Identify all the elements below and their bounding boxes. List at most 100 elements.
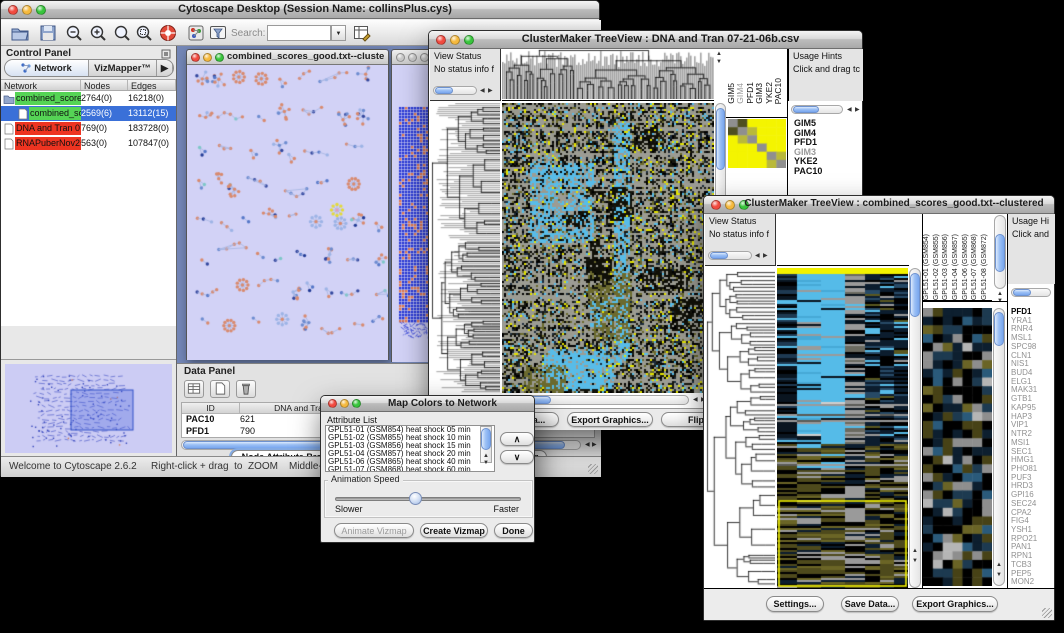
search-input[interactable]: [267, 25, 331, 41]
gene-label[interactable]: PUF3: [1011, 474, 1037, 483]
gene-label[interactable]: MSI1: [1011, 439, 1037, 448]
minimize-icon[interactable]: [450, 35, 460, 45]
tv2-usage-scrollbar[interactable]: [1011, 288, 1051, 297]
gene-label[interactable]: RPO21: [1011, 535, 1037, 544]
scroll-right-icon[interactable]: ▶: [488, 88, 493, 94]
tv2-collabel-scrollbar[interactable]: [994, 215, 1006, 289]
col-nodes[interactable]: Nodes: [81, 80, 128, 90]
network-table-header[interactable]: Network Nodes Edges: [1, 79, 176, 91]
animate-vizmap-button[interactable]: Animate Vizmap: [334, 523, 414, 538]
export-graphics-button[interactable]: Export Graphics...: [912, 596, 998, 612]
tab-vizmapper[interactable]: VizMapper™: [89, 60, 157, 76]
scroll-up-icon[interactable]: ▲: [483, 453, 489, 459]
column-label[interactable]: GIM3: [754, 83, 763, 104]
tab-overflow-arrow[interactable]: ▶: [157, 60, 173, 76]
minimize-icon[interactable]: [203, 53, 212, 62]
column-label[interactable]: GPL51-06 (GSM865): [962, 234, 972, 300]
row-label[interactable]: PAC10: [794, 167, 822, 177]
tab-network[interactable]: Network: [5, 60, 89, 76]
gene-label[interactable]: PAN1: [1011, 543, 1037, 552]
scroll-up-icon[interactable]: ▲: [716, 51, 722, 57]
tv2-zoom-heatmap[interactable]: [923, 308, 992, 586]
tv2-heatmap[interactable]: [777, 268, 908, 588]
scroll-right-icon[interactable]: ▶: [763, 253, 768, 259]
scroll-left-icon[interactable]: ◀: [693, 397, 698, 403]
help-lifesaver-icon[interactable]: [159, 24, 177, 42]
scroll-down-icon[interactable]: ▼: [912, 558, 918, 564]
view-status-scrollbar[interactable]: [708, 251, 752, 260]
zoom-out-icon[interactable]: [65, 24, 83, 42]
gene-label[interactable]: CLN1: [1011, 352, 1037, 361]
gene-label[interactable]: NIS1: [1011, 360, 1037, 369]
scroll-left-icon[interactable]: ◀: [480, 88, 485, 94]
tv1-titlebar[interactable]: ClusterMaker TreeView : DNA and Tran 07-…: [429, 31, 862, 49]
column-label[interactable]: GPL51-07 (GSM868): [971, 234, 981, 300]
close-icon[interactable]: [711, 200, 721, 210]
gene-label[interactable]: ELG1: [1011, 378, 1037, 387]
column-label[interactable]: PAC10: [773, 78, 782, 104]
col-edges[interactable]: Edges: [128, 80, 176, 90]
gene-label[interactable]: FIG4: [1011, 517, 1037, 526]
minimize-icon[interactable]: [340, 399, 349, 408]
tv1-row-dendrogram[interactable]: [430, 103, 500, 393]
close-icon[interactable]: [191, 53, 200, 62]
search-dropdown-button[interactable]: ▼: [331, 25, 346, 41]
gene-label[interactable]: SEC24: [1011, 500, 1037, 509]
gene-label[interactable]: MAK31: [1011, 386, 1037, 395]
gene-label[interactable]: YSH1: [1011, 526, 1037, 535]
column-label[interactable]: PFD1: [745, 82, 754, 104]
network-graph-canvas[interactable]: [187, 65, 388, 360]
scroll-down-icon[interactable]: ▼: [716, 59, 722, 65]
tv2-zoom-scrollbar[interactable]: [993, 308, 1005, 586]
gene-label[interactable]: MSL1: [1011, 334, 1037, 343]
table-icon-button[interactable]: [184, 380, 204, 398]
scroll-right-icon[interactable]: ▶: [592, 442, 597, 448]
tv2-titlebar[interactable]: ClusterMaker TreeView : combined_scores_…: [704, 196, 1054, 214]
settings-button[interactable]: Settings...: [766, 596, 824, 612]
save-data-button[interactable]: Save Data...: [841, 596, 899, 612]
speed-slider-track[interactable]: [335, 497, 521, 501]
window-controls[interactable]: [328, 399, 361, 408]
gene-label[interactable]: BUD4: [1011, 369, 1037, 378]
gene-label[interactable]: HAP3: [1011, 413, 1037, 422]
create-vizmap-button[interactable]: Create Vizmap: [420, 523, 488, 538]
column-label[interactable]: GPL51-04 (GSM857): [952, 234, 962, 300]
gene-label[interactable]: HMG1: [1011, 456, 1037, 465]
dialog-titlebar[interactable]: Map Colors to Network: [321, 396, 534, 412]
move-up-button[interactable]: ∧: [500, 432, 534, 446]
tv1-column-dendrogram[interactable]: [502, 49, 714, 99]
view-status-scrollbar[interactable]: [433, 86, 477, 95]
zoom-in-icon[interactable]: [89, 24, 107, 42]
gene-label[interactable]: VIP1: [1011, 421, 1037, 430]
scroll-left-icon[interactable]: ◀: [585, 442, 590, 448]
save-icon[interactable]: [39, 24, 57, 42]
speed-slider-thumb[interactable]: [409, 492, 422, 505]
open-folder-icon[interactable]: [11, 24, 29, 42]
col-id[interactable]: ID: [182, 403, 240, 413]
close-icon[interactable]: [8, 5, 18, 15]
column-label[interactable]: GPL51-01 (GSM854): [923, 234, 933, 300]
scroll-down-icon[interactable]: ▼: [996, 572, 1002, 578]
attribute-item[interactable]: GPL51-07 (GSM868) heat shock 60 min: [326, 466, 494, 472]
attribute-browser-icon[interactable]: [353, 24, 371, 42]
gene-label[interactable]: YRA1: [1011, 317, 1037, 326]
gene-label[interactable]: PFD1: [1011, 308, 1037, 317]
gene-label[interactable]: SPC98: [1011, 343, 1037, 352]
minimize-icon[interactable]: [22, 5, 32, 15]
zoom-fit-icon[interactable]: [135, 24, 153, 42]
network-view-window[interactable]: combined_scores_good.txt--cluste...: [186, 49, 389, 360]
gene-label[interactable]: RPN1: [1011, 552, 1037, 561]
export-graphics-button[interactable]: Export Graphics...: [567, 412, 653, 427]
scroll-left-icon[interactable]: ◀: [847, 107, 852, 113]
close-icon[interactable]: [436, 35, 446, 45]
gene-label[interactable]: PEP5: [1011, 570, 1037, 579]
filter-icon[interactable]: [209, 24, 227, 42]
col-network[interactable]: Network: [1, 80, 81, 90]
tv2-row-dendrogram[interactable]: [705, 268, 775, 588]
gene-label[interactable]: CPA2: [1011, 509, 1037, 518]
resize-grip[interactable]: [1042, 608, 1052, 618]
close-icon[interactable]: [396, 53, 405, 62]
zoom-selected-icon[interactable]: [113, 24, 131, 42]
done-button[interactable]: Done: [494, 523, 533, 538]
move-down-button[interactable]: ∨: [500, 450, 534, 464]
